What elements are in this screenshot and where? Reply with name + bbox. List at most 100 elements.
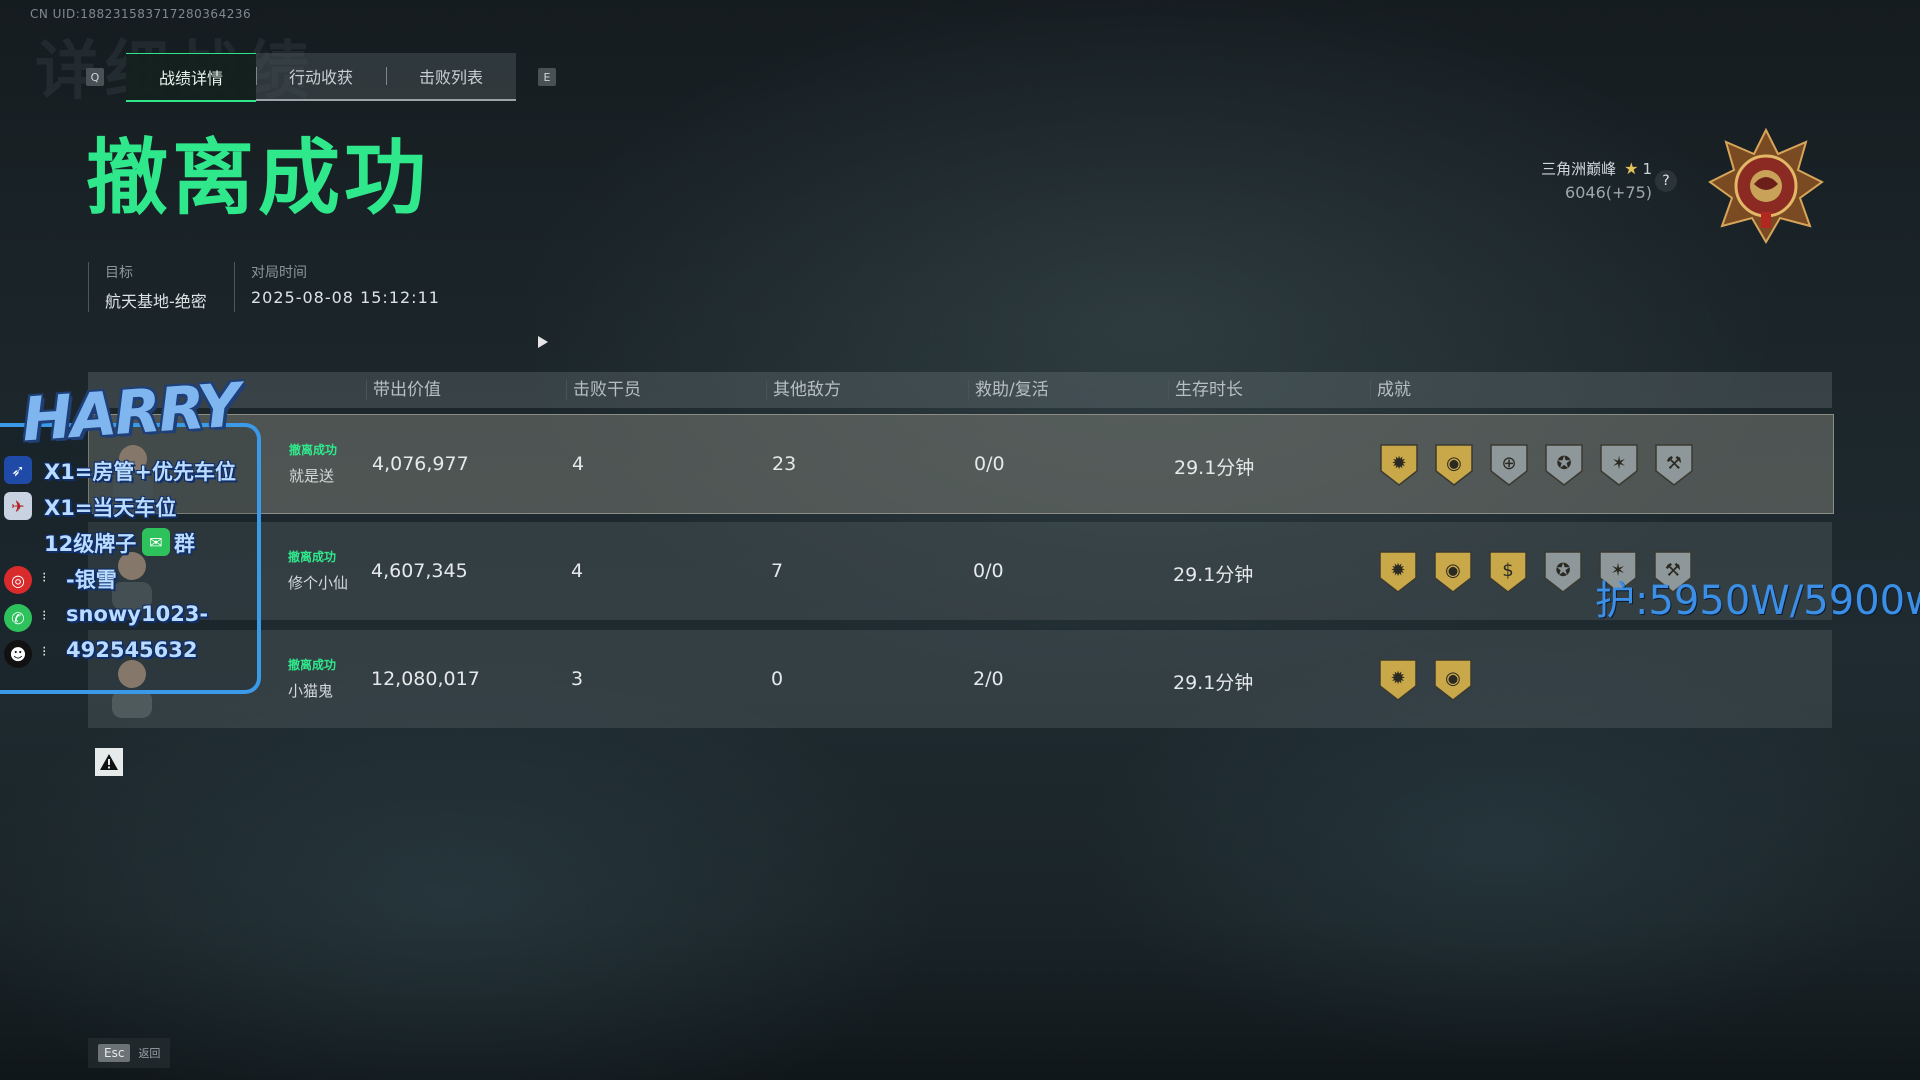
rank-points: 6046(+75)	[1565, 183, 1652, 202]
svg-text:✶: ✶	[1611, 453, 1626, 474]
e-key-hint[interactable]: E	[538, 68, 556, 86]
separator-icon: ⁝	[42, 644, 47, 660]
meta-time: 对局时间 2025-08-08 15:12:11	[234, 262, 440, 312]
row-kills: 4	[572, 453, 585, 475]
rank-info: 三角洲巅峰 ★ 1 6046(+75)	[1541, 158, 1652, 202]
star-badge-icon[interactable]: ✶	[1597, 441, 1641, 489]
help-icon[interactable]: ?	[1655, 170, 1677, 192]
overlay-weibo: -银雪	[66, 568, 117, 592]
esc-key-hint[interactable]: Esc	[98, 1044, 131, 1062]
tab-bar: Q 战绩详情 行动收获 击败列表 E	[86, 52, 556, 102]
svg-text:◉: ◉	[1445, 668, 1461, 689]
player-name: 就是送	[289, 467, 335, 485]
row-other-enemies: 0	[771, 668, 784, 690]
warning-icon[interactable]	[95, 748, 123, 776]
table-row[interactable]: 撤离成功就是送 4,076,977 4 23 0/0 29.1分钟 ✹ ◉ ⊕ ✪ ✶ ⚒	[88, 414, 1834, 514]
header-value: 带出价值	[366, 380, 441, 400]
overlay-line-3-suffix: 群	[174, 532, 195, 556]
back-label: 返回	[138, 1047, 161, 1060]
row-assist-revive: 0/0	[973, 560, 1004, 582]
header-kills: 击败干员	[566, 380, 641, 400]
tab-action-gains[interactable]: 行动收获	[256, 52, 386, 101]
player-status: 撤离成功	[289, 443, 338, 457]
rocket-icon: ➶	[4, 456, 32, 484]
rank-name: 三角洲巅峰	[1541, 160, 1617, 178]
meta-target: 目标 航天基地-绝密	[88, 262, 207, 312]
wechat-group-icon: ✉	[142, 528, 170, 556]
dollar-badge-icon[interactable]: $	[1486, 548, 1530, 596]
sun-badge-icon[interactable]: ✹	[1377, 441, 1421, 489]
row-kills: 3	[571, 668, 584, 690]
table-row[interactable]: 撤离成功 小猫鬼 12,080,017 3 0 2/0 29.1分钟 ✹ ◉	[88, 630, 1832, 728]
crosshair-badge-icon[interactable]: ⊕	[1487, 441, 1531, 489]
jet-icon: ✈	[4, 492, 32, 520]
target-label: 目标	[105, 265, 133, 281]
target-value: 航天基地-绝密	[105, 292, 207, 311]
table-row[interactable]: 撤离成功 修个小仙 4,607,345 4 7 0/0 29.1分钟 ✹ ◉ $ ✪ ✶ ⚒	[88, 522, 1832, 620]
player-name: 修个小仙	[288, 574, 349, 592]
header-achievements: 成就	[1370, 380, 1411, 400]
separator-icon: ⁝	[42, 570, 47, 586]
row-value: 4,607,345	[371, 560, 468, 582]
svg-text:$: $	[1502, 560, 1513, 581]
achievement-list: ✹ ◉ ⊕ ✪ ✶ ⚒	[1377, 441, 1707, 489]
header-assist-revive: 救助/复活	[968, 380, 1049, 400]
target-badge-icon[interactable]: ◉	[1431, 548, 1475, 596]
player-name: 小猫鬼	[288, 682, 334, 700]
header-survival-time: 生存时长	[1168, 380, 1243, 400]
header-other-enemies: 其他敌方	[766, 380, 841, 400]
table-header: 带出价值 击败干员 其他敌方 救助/复活 生存时长 成就	[88, 372, 1832, 408]
row-kills: 4	[571, 560, 584, 582]
row-survival-time: 29.1分钟	[1173, 672, 1254, 694]
row-other-enemies: 7	[771, 560, 784, 582]
star-icon: ★	[1624, 159, 1639, 178]
target-badge-icon[interactable]: ◉	[1431, 656, 1475, 704]
player-status: 撤离成功	[288, 550, 337, 564]
row-survival-time: 29.1分钟	[1173, 564, 1254, 586]
overlay-line-2: X1=当天车位	[44, 496, 177, 520]
rank-emblem-icon	[1708, 127, 1824, 244]
row-assist-revive: 2/0	[973, 668, 1004, 690]
emblem-badge-icon[interactable]: ✪	[1541, 548, 1585, 596]
achievement-list: ✹ ◉	[1376, 656, 1486, 704]
sun-badge-icon[interactable]: ✹	[1376, 548, 1420, 596]
row-other-enemies: 23	[772, 453, 797, 475]
overlay-line-1: X1=房管+优先车位	[44, 460, 236, 484]
svg-text:✹: ✹	[1390, 668, 1405, 689]
player-status: 撤离成功	[288, 658, 337, 672]
hammer-badge-icon[interactable]: ⚒	[1652, 441, 1696, 489]
sun-badge-icon[interactable]: ✹	[1376, 656, 1420, 704]
overlay-wechat: snowy1023-	[66, 602, 209, 626]
q-key-hint[interactable]: Q	[86, 68, 104, 86]
row-survival-time: 29.1分钟	[1174, 457, 1255, 479]
svg-text:✹: ✹	[1390, 560, 1405, 581]
row-assist-revive: 0/0	[974, 453, 1005, 475]
svg-text:⚒: ⚒	[1666, 453, 1682, 474]
separator-icon: ⁝	[42, 608, 47, 624]
overlay-qq: 492545632	[66, 638, 198, 662]
footer-back[interactable]: Esc 返回	[88, 1038, 171, 1068]
time-value: 2025-08-08 15:12:11	[251, 288, 440, 307]
svg-text:✪: ✪	[1556, 453, 1571, 474]
tab-battle-details[interactable]: 战绩详情	[126, 52, 256, 102]
time-label: 对局时间	[251, 265, 307, 281]
tab-group: 战绩详情 行动收获 击败列表	[126, 52, 516, 102]
mouse-cursor-icon	[538, 336, 548, 348]
svg-text:✪: ✪	[1555, 560, 1570, 581]
target-badge-icon[interactable]: ◉	[1432, 441, 1476, 489]
svg-text:⊕: ⊕	[1501, 453, 1516, 474]
svg-text:◉: ◉	[1446, 453, 1462, 474]
tab-kill-list[interactable]: 击败列表	[386, 52, 516, 101]
qq-penguin-icon: ☻	[4, 640, 32, 668]
weibo-icon: ◎	[4, 566, 32, 594]
wechat-icon: ✆	[4, 604, 32, 632]
row-value: 4,076,977	[372, 453, 469, 475]
row-value: 12,080,017	[371, 668, 480, 690]
overlay-line-3: 12级牌子	[44, 532, 137, 556]
result-title: 撤离成功	[86, 131, 431, 226]
uid-label: CN UID:1882315837172803642​36	[30, 7, 252, 21]
svg-text:✹: ✹	[1391, 453, 1406, 474]
emblem-badge-icon[interactable]: ✪	[1542, 441, 1586, 489]
armor-overlay-text: 护:5950W/5900w	[1595, 578, 1920, 624]
svg-text:◉: ◉	[1445, 560, 1461, 581]
